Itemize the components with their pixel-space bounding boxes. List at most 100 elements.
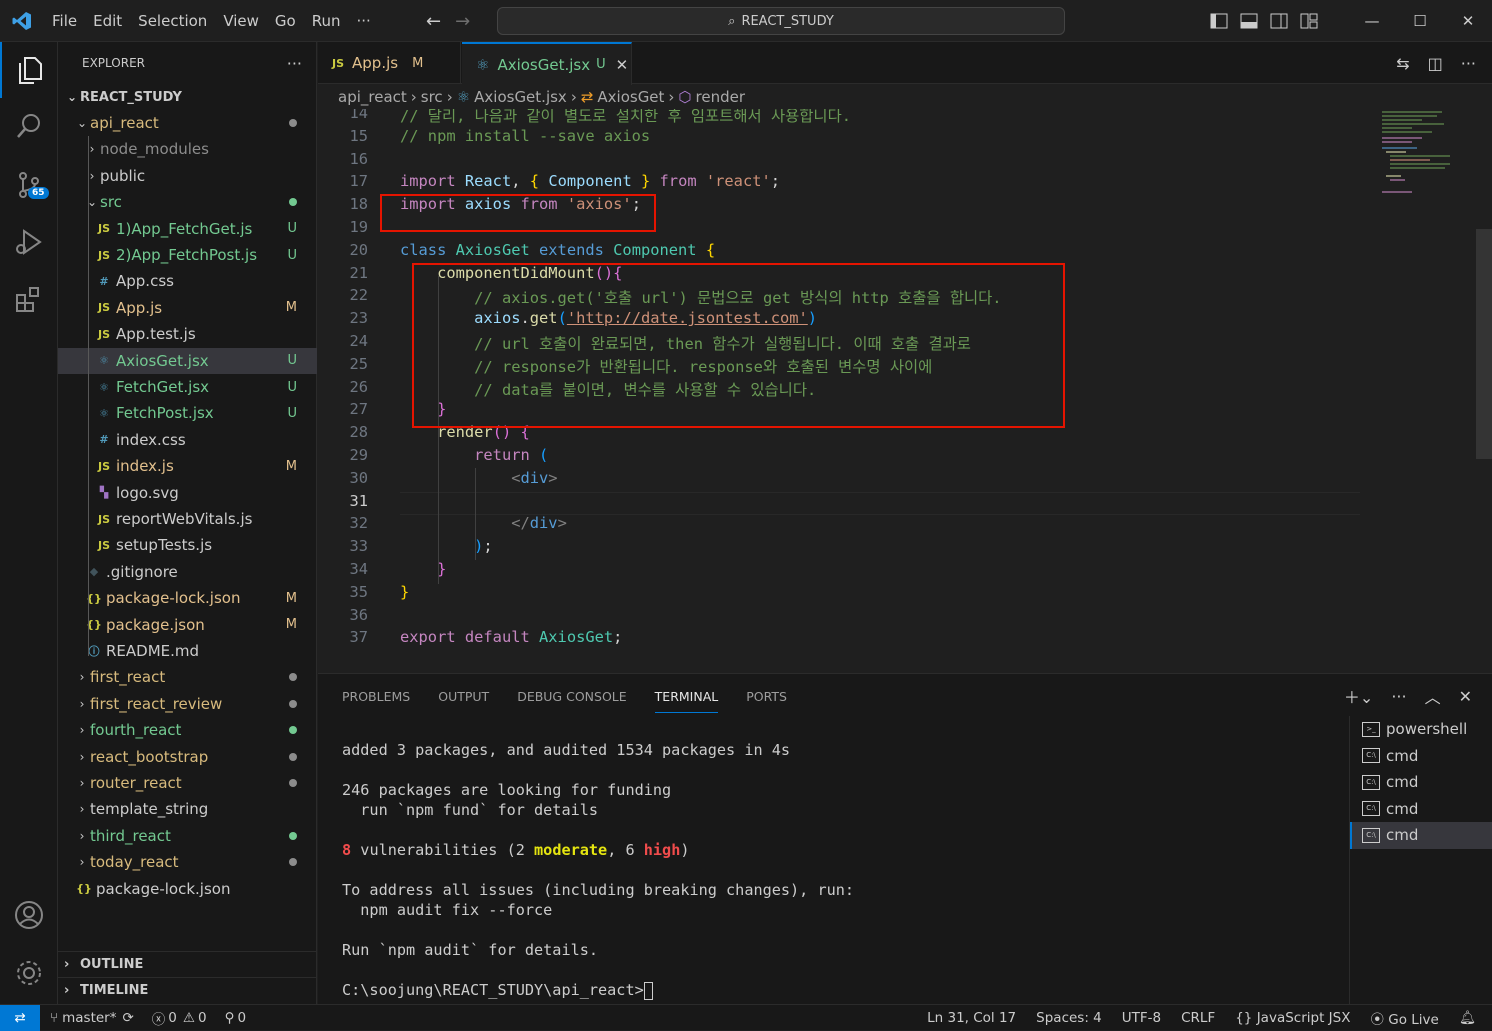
close-panel-icon[interactable]: ✕ — [1459, 687, 1472, 706]
terminal-list-item[interactable]: C:\ cmd — [1350, 743, 1492, 770]
toggle-secondary-sidebar-icon[interactable] — [1270, 13, 1288, 29]
indentation[interactable]: Spaces: 4 — [1036, 1010, 1102, 1026]
file-item[interactable]: JS 1)App_FetchGet.js U — [58, 216, 317, 242]
folder-item[interactable]: › fourth_react — [58, 717, 317, 743]
tab-app-js[interactable]: JS App.js M — [318, 42, 461, 84]
terminal-list-item[interactable]: C:\ cmd — [1350, 796, 1492, 823]
terminal-list-item[interactable]: >_ powershell — [1350, 716, 1492, 743]
minimize-icon[interactable]: — — [1348, 12, 1396, 30]
compare-changes-icon[interactable]: ⇆ — [1396, 54, 1409, 73]
encoding[interactable]: UTF-8 — [1122, 1010, 1161, 1026]
file-item[interactable]: ▚ logo.svg — [58, 480, 317, 506]
close-window-icon[interactable]: ✕ — [1444, 12, 1492, 30]
explorer-icon[interactable] — [0, 42, 58, 98]
maximize-panel-icon[interactable]: ︿ — [1425, 684, 1441, 708]
file-item[interactable]: ⓘ README.md — [58, 638, 317, 664]
error-count[interactable]: 0 — [168, 1010, 177, 1026]
tab-debug-console[interactable]: DEBUG CONSOLE — [517, 689, 626, 704]
file-item[interactable]: ⚛ AxiosGet.jsx U — [58, 347, 317, 374]
folder-item[interactable]: ⌄ src — [58, 189, 317, 215]
remote-indicator-icon[interactable]: ⇄ — [0, 1004, 40, 1031]
run-debug-icon[interactable] — [0, 214, 58, 270]
folder-item[interactable]: › today_react — [58, 849, 317, 875]
breadcrumb-item[interactable]: api_react — [338, 88, 407, 106]
menu-item[interactable]: File — [44, 0, 85, 42]
new-terminal-icon[interactable]: ＋⌄ — [1344, 684, 1373, 708]
back-arrow-icon[interactable]: ← — [426, 11, 441, 32]
breadcrumb-item[interactable]: AxiosGet — [597, 88, 664, 106]
file-item[interactable]: {} package-lock.json M — [58, 585, 317, 611]
folder-item[interactable]: ⌄ api_react — [58, 110, 317, 136]
breadcrumb-item[interactable]: render — [696, 88, 746, 106]
breadcrumb-item[interactable]: AxiosGet.jsx — [474, 88, 567, 106]
file-item[interactable]: # index.css — [58, 427, 317, 453]
folder-item[interactable]: › router_react — [58, 770, 317, 796]
more-actions-icon[interactable]: ··· — [1391, 687, 1406, 706]
menu-item[interactable]: Edit — [85, 0, 130, 42]
file-item[interactable]: JS index.js M — [58, 453, 317, 479]
settings-gear-icon[interactable] — [0, 945, 58, 1001]
terminal-list-item[interactable]: C:\ cmd — [1350, 822, 1492, 849]
file-item[interactable]: ⚛ FetchPost.jsx U — [58, 400, 317, 426]
close-tab-icon[interactable]: ✕ — [616, 56, 629, 74]
workspace-root[interactable]: ⌄ REACT_STUDY — [58, 84, 317, 110]
folder-item[interactable]: › react_bootstrap — [58, 744, 317, 770]
file-item[interactable]: ⚛ FetchGet.jsx U — [58, 374, 317, 400]
tab-output[interactable]: OUTPUT — [438, 689, 489, 704]
editor-scrollbar[interactable] — [1476, 229, 1492, 459]
menu-item[interactable]: Selection — [130, 0, 215, 42]
ports-count[interactable]: 0 — [237, 1010, 246, 1026]
tab-ports[interactable]: PORTS — [746, 689, 787, 704]
timeline-section[interactable]: › TIMELINE — [58, 977, 317, 1003]
terminal-list-item[interactable]: C:\ cmd — [1350, 769, 1492, 796]
folder-item[interactable]: › first_react_review — [58, 691, 317, 717]
more-actions-icon[interactable]: ··· — [287, 54, 302, 73]
tab-axiosget-jsx[interactable]: ⚛ AxiosGet.jsx U ✕ — [462, 42, 632, 85]
command-center-search[interactable]: ⌕ REACT_STUDY — [497, 7, 1065, 35]
outline-section[interactable]: › OUTLINE — [58, 951, 317, 977]
menu-item[interactable]: Go — [267, 0, 304, 42]
maximize-icon[interactable]: ☐ — [1396, 12, 1444, 30]
file-item[interactable]: JS App.test.js — [58, 321, 317, 347]
file-item[interactable]: JS App.js M — [58, 295, 317, 321]
go-live-button[interactable]: ⦿ Go Live — [1370, 1008, 1438, 1028]
folder-item[interactable]: › third_react — [58, 823, 317, 849]
tab-terminal[interactable]: TERMINAL — [654, 689, 719, 713]
folder-item[interactable]: › public — [58, 163, 317, 189]
end-of-line[interactable]: CRLF — [1181, 1010, 1215, 1026]
minimap[interactable] — [1382, 109, 1462, 199]
file-item[interactable]: JS reportWebVitals.js — [58, 506, 317, 532]
toggle-panel-icon[interactable] — [1240, 13, 1258, 29]
customize-layout-icon[interactable] — [1300, 13, 1318, 29]
accounts-icon[interactable] — [0, 887, 58, 943]
file-item[interactable]: ◆ .gitignore — [58, 559, 317, 585]
file-item[interactable]: JS setupTests.js — [58, 532, 317, 558]
cursor-position[interactable]: Ln 31, Col 17 — [927, 1010, 1016, 1026]
tab-problems[interactable]: PROBLEMS — [342, 689, 410, 704]
breadcrumb-item[interactable]: src — [421, 88, 443, 106]
sync-icon[interactable]: ⟳ — [122, 1010, 133, 1026]
file-item[interactable]: {} package.json M — [58, 612, 317, 638]
search-icon[interactable] — [0, 98, 58, 154]
language-mode[interactable]: {} JavaScript JSX — [1235, 1010, 1350, 1026]
menu-item[interactable]: Run — [304, 0, 349, 42]
more-actions-icon[interactable]: ··· — [1461, 54, 1476, 73]
branch-name[interactable]: master* — [62, 1010, 116, 1026]
extensions-icon[interactable] — [0, 272, 58, 328]
file-item[interactable]: # App.css — [58, 268, 317, 294]
menu-item[interactable]: ··· — [349, 0, 379, 42]
forward-arrow-icon[interactable]: → — [455, 11, 470, 32]
warning-count[interactable]: 0 — [198, 1010, 207, 1026]
terminal-output[interactable]: added 3 packages, and audited 1534 packa… — [342, 740, 1342, 1000]
menu-item[interactable]: View — [215, 0, 267, 42]
notifications-bell-icon[interactable]: 🔔︎ — [1459, 1010, 1476, 1026]
code-editor[interactable]: 14 // 달리, 나음과 같이 별도로 설치한 후 임포트해서 사용합니다. 15… — [318, 109, 1492, 673]
split-editor-icon[interactable]: ◫ — [1428, 54, 1443, 73]
file-item[interactable]: JS 2)App_FetchPost.js U — [58, 242, 317, 268]
toggle-primary-sidebar-icon[interactable] — [1210, 13, 1228, 29]
folder-item[interactable]: › first_react — [58, 664, 317, 690]
file-item[interactable]: {} package-lock.json — [58, 876, 317, 902]
folder-item[interactable]: › template_string — [58, 796, 317, 822]
folder-item[interactable]: › node_modules — [58, 136, 317, 162]
source-control-icon[interactable]: 65 — [0, 157, 58, 213]
